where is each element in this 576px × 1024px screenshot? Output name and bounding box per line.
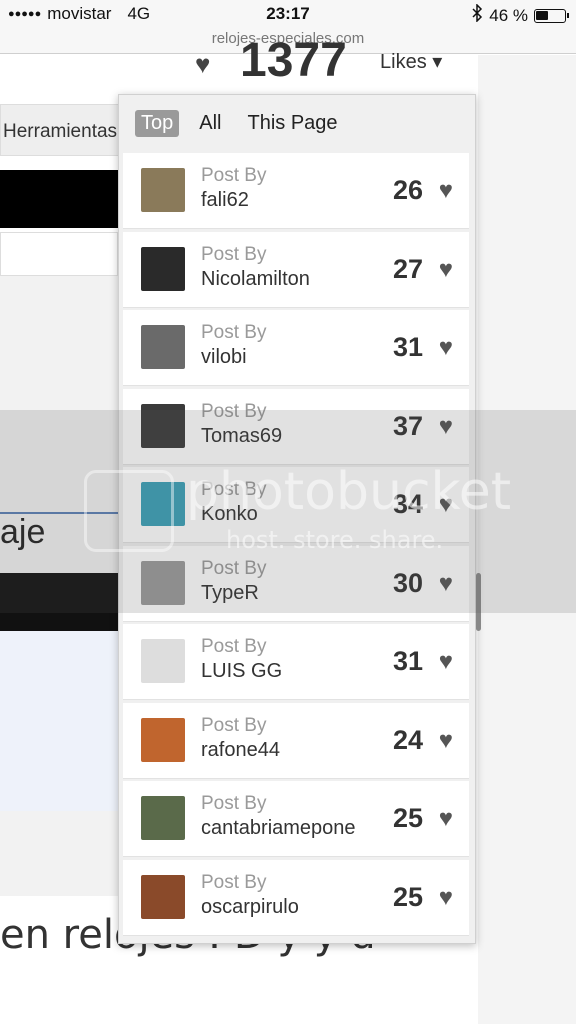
heart-icon: ♥	[438, 805, 453, 832]
heart-icon: ♥	[438, 883, 453, 911]
avatar[interactable]	[141, 717, 185, 762]
post-by-label: Post By	[201, 322, 267, 343]
like-count: 31	[392, 646, 423, 676]
username-link[interactable]: LUIS GG	[201, 660, 282, 683]
post-by-label: Post By	[201, 243, 267, 265]
heart-icon: ♥	[438, 255, 453, 283]
header-bar	[0, 170, 118, 228]
like-count: 25	[392, 803, 423, 833]
battery-fill	[536, 10, 549, 20]
avatar[interactable]	[141, 796, 185, 840]
watermark-logo-icon	[84, 470, 174, 552]
username-link[interactable]: fali62	[201, 189, 249, 212]
tab-all[interactable]: All	[193, 110, 227, 137]
like-row[interactable]: Post By vilobi 31 ♥	[123, 310, 469, 386]
username-link[interactable]: Nicolamilton	[201, 268, 310, 291]
chevron-down-icon: ▾	[432, 51, 443, 73]
watermark-text: photobucket	[186, 462, 512, 522]
heart-icon: ♥	[438, 648, 453, 675]
battery-percent: 46 %	[489, 5, 528, 25]
message-area	[0, 631, 118, 811]
heart-icon: ♥	[438, 177, 453, 204]
likes-label: Likes ▾	[380, 49, 442, 74]
status-bar: ●●●●● movistar 4G 23:17 46 %	[0, 0, 576, 30]
like-row[interactable]: Post By Nicolamilton 27 ♥	[123, 231, 469, 308]
like-count: 27	[392, 253, 423, 284]
username-link[interactable]: cantabriamepone	[201, 817, 356, 840]
like-row[interactable]: Post By fali62 26 ♥	[123, 153, 469, 229]
like-row[interactable]: Post By LUIS GG 31 ♥	[123, 624, 469, 700]
bluetooth-icon	[471, 3, 483, 27]
panel-tabs: Top All This Page	[119, 95, 475, 151]
avatar[interactable]	[141, 246, 185, 291]
post-by-label: Post By	[201, 636, 267, 657]
username-link[interactable]: oscarpirulo	[201, 896, 299, 919]
avatar[interactable]	[141, 874, 185, 919]
likes-count: 1377	[240, 34, 347, 87]
status-right: 46 %	[471, 3, 569, 27]
like-row[interactable]: Post By oscarpirulo 25 ♥	[123, 859, 469, 936]
post-by-label: Post By	[201, 714, 267, 736]
avatar[interactable]	[141, 168, 185, 212]
post-by-label: Post By	[201, 165, 267, 186]
like-count: 26	[392, 175, 423, 205]
watermark: photobucket host. store. share.	[0, 410, 576, 613]
post-by-label: Post By	[201, 793, 267, 814]
like-row[interactable]: Post By cantabriamepone 25 ♥	[123, 781, 469, 857]
heart-icon: ♥	[438, 334, 453, 361]
battery-icon	[534, 8, 569, 23]
tab-top[interactable]: Top	[135, 109, 180, 137]
heart-icon: ♥	[195, 49, 211, 79]
likes-label-text: Likes	[380, 51, 427, 73]
tools-tab[interactable]: Herramientas	[0, 104, 120, 156]
username-link[interactable]: rafone44	[201, 739, 280, 762]
like-row[interactable]: Post By rafone44 24 ♥	[123, 702, 469, 779]
username-link[interactable]: vilobi	[201, 346, 247, 369]
avatar[interactable]	[141, 639, 185, 683]
post-by-label: Post By	[201, 871, 267, 893]
watermark-subtext: host. store. share.	[226, 526, 444, 554]
like-count: 31	[392, 332, 423, 362]
background-field	[0, 232, 118, 276]
like-count: 25	[392, 881, 423, 912]
like-count: 24	[392, 724, 423, 755]
tab-this-page[interactable]: This Page	[241, 110, 343, 137]
avatar[interactable]	[141, 325, 185, 369]
heart-icon: ♥	[438, 726, 453, 754]
